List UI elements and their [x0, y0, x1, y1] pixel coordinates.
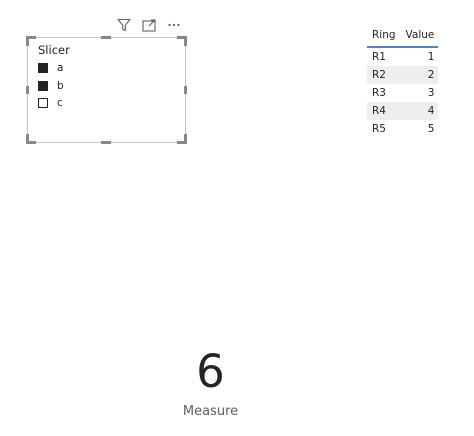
resize-handle-bottom[interactable]: [101, 141, 111, 144]
resize-handle-top-right[interactable]: [177, 36, 187, 46]
table-cell: R3: [372, 87, 386, 99]
table-cell: R5: [372, 123, 386, 135]
checkbox[interactable]: [38, 81, 48, 91]
table-cell: R4: [367, 102, 401, 120]
focus-mode-icon[interactable]: [141, 17, 157, 33]
slicer-item-b[interactable]: b: [38, 79, 64, 93]
slicer-item-label: c: [57, 97, 63, 109]
slicer-item-a[interactable]: a: [38, 61, 63, 75]
table-row: R3 3: [367, 84, 438, 102]
filter-icon[interactable]: [116, 17, 132, 33]
resize-handle-top-left[interactable]: [26, 36, 36, 46]
resize-handle-left[interactable]: [26, 86, 29, 94]
table-row: R1 1: [367, 47, 438, 66]
resize-handle-bottom-left[interactable]: [26, 134, 36, 144]
table-row: R2 2: [367, 66, 439, 84]
slicer-title: Slicer: [38, 43, 70, 57]
column-header-value[interactable]: Value: [400, 24, 439, 48]
table-cell: 1: [427, 51, 435, 63]
visual-header: [116, 17, 182, 33]
column-header-ring[interactable]: Ring: [367, 24, 401, 48]
table-row: R5 5: [367, 120, 438, 138]
card-value: 6: [196, 345, 225, 398]
slicer-item-c[interactable]: c: [38, 96, 63, 110]
resize-handle-right[interactable]: [184, 86, 187, 94]
table-row: R4 4: [367, 102, 439, 120]
data-table: Ring Value R1 1 R2 2 R3 3 R4 4 R5 5: [367, 24, 439, 138]
slicer-item-label: b: [57, 80, 64, 92]
table-cell: R1: [372, 51, 386, 63]
slicer-item-label: a: [57, 62, 64, 74]
slicer-visual[interactable]: Slicer a b c: [26, 36, 187, 144]
table-cell: R2: [367, 66, 401, 84]
checkbox[interactable]: [38, 98, 48, 108]
card-label: Measure: [182, 404, 239, 419]
table-cell: 2: [400, 66, 439, 84]
table-cell: 3: [427, 87, 435, 99]
checkbox[interactable]: [38, 63, 48, 73]
table-cell: 4: [400, 102, 439, 120]
table-header-row: Ring Value: [367, 24, 439, 48]
more-options-icon[interactable]: [166, 17, 182, 33]
table-cell: 5: [427, 123, 435, 135]
resize-handle-bottom-right[interactable]: [177, 134, 187, 144]
resize-handle-top[interactable]: [101, 36, 111, 39]
table-visual[interactable]: Ring Value R1 1 R2 2 R3 3 R4 4 R5 5: [367, 24, 439, 138]
